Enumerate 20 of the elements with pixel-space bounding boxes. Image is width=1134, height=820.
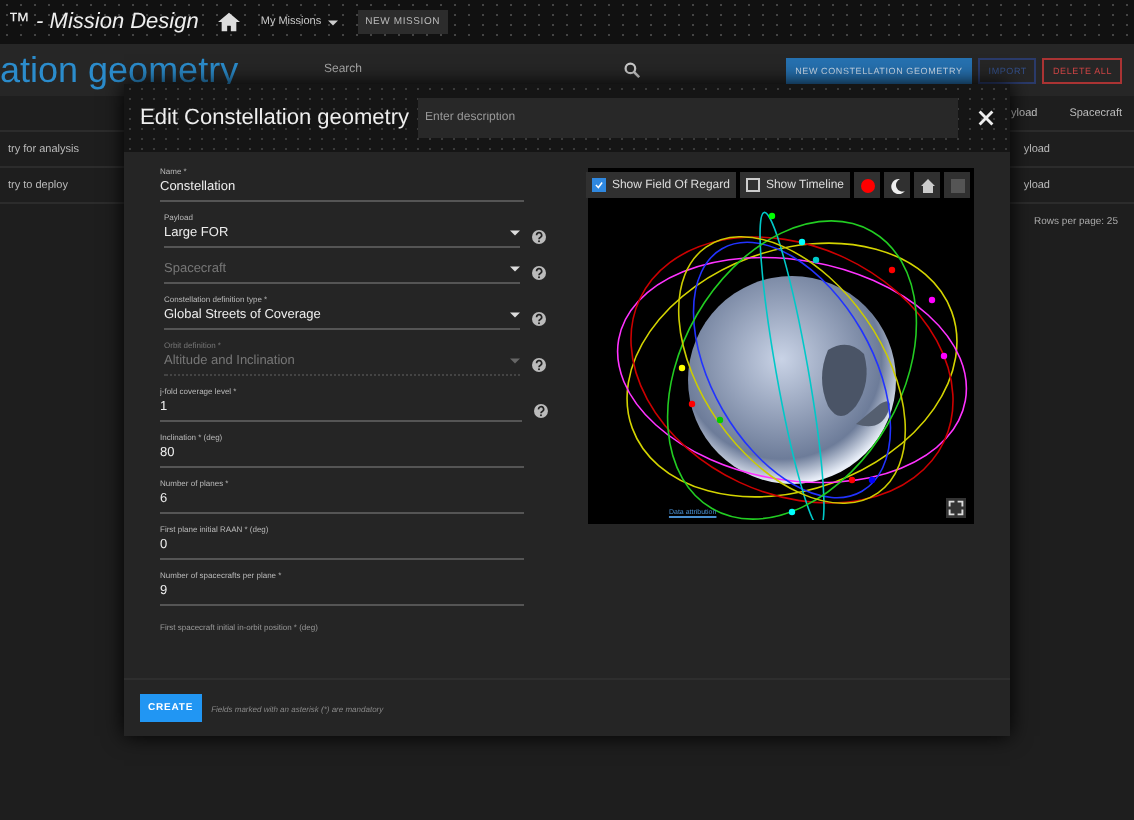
help-icon[interactable] <box>532 230 546 244</box>
home-icon[interactable] <box>914 172 940 198</box>
search-icon[interactable] <box>624 62 640 78</box>
help-icon[interactable] <box>534 404 549 418</box>
globe-drawing[interactable] <box>617 211 969 520</box>
page-title: ation geometry <box>0 49 241 91</box>
checkbox-icon[interactable] <box>745 178 760 192</box>
caret-icon[interactable] <box>510 265 520 271</box>
dialog-title: Edit Constellation geometry <box>140 106 410 130</box>
help-icon[interactable] <box>532 312 546 326</box>
moon-icon[interactable] <box>884 172 910 198</box>
home-icon[interactable] <box>218 12 241 32</box>
app-title: ™ - Mission Design <box>8 10 199 34</box>
help-icon[interactable] <box>532 266 546 280</box>
caret-icon[interactable] <box>510 229 520 235</box>
checkbox-icon[interactable] <box>591 178 606 192</box>
caret-icon[interactable] <box>327 19 338 25</box>
close-icon[interactable] <box>978 110 994 126</box>
caret-icon[interactable] <box>510 311 520 317</box>
fullscreen-icon[interactable] <box>946 498 966 518</box>
